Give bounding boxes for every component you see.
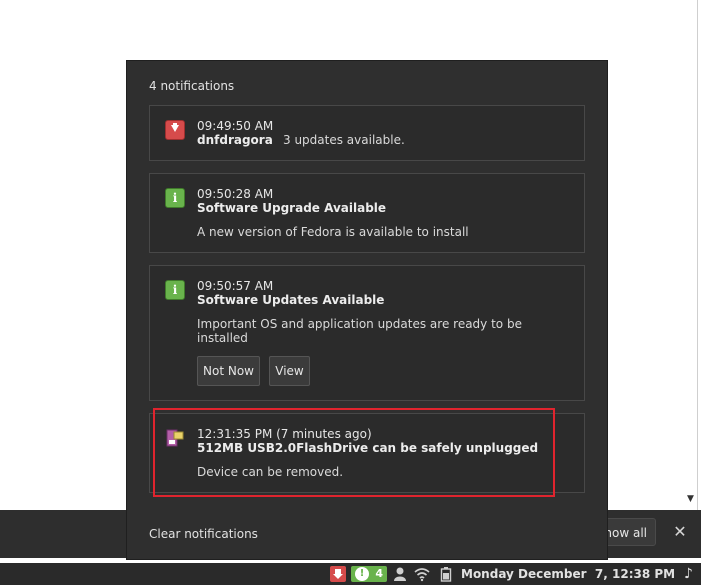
notification-body: A new version of Fedora is available to … bbox=[197, 225, 469, 239]
download-icon bbox=[165, 120, 185, 140]
view-button[interactable]: View bbox=[269, 356, 310, 386]
clear-notifications-button[interactable]: Clear notifications bbox=[149, 527, 258, 541]
notification-body: 3 updates available. bbox=[283, 133, 405, 147]
notification-title: Software Updates Available bbox=[197, 293, 385, 307]
notification-card[interactable]: 09:49:50 AM dnfdragora 3 updates availab… bbox=[149, 105, 585, 161]
wifi-icon[interactable] bbox=[414, 566, 430, 582]
notification-title: 512MB USB2.0FlashDrive can be safely unp… bbox=[197, 441, 539, 455]
close-icon[interactable]: ✕ bbox=[670, 522, 690, 542]
usb-drive-icon bbox=[165, 428, 185, 448]
notification-count-header: 4 notifications bbox=[149, 79, 235, 93]
notifications-tray-icon[interactable]: ! 4 bbox=[351, 566, 387, 582]
notification-app: dnfdragora bbox=[197, 133, 273, 147]
user-icon[interactable] bbox=[392, 566, 408, 582]
battery-icon[interactable] bbox=[440, 566, 452, 582]
notification-panel: 4 notifications 09:49:50 AM dnfdragora 3… bbox=[126, 60, 608, 560]
music-note-icon[interactable]: ♪ bbox=[684, 566, 698, 582]
not-now-button[interactable]: Not Now bbox=[197, 356, 260, 386]
notification-body: Important OS and application updates are… bbox=[197, 317, 522, 345]
notification-card[interactable]: i 09:50:57 AM Software Updates Available… bbox=[149, 265, 585, 401]
notification-time: 12:31:35 PM (7 minutes ago) bbox=[197, 427, 372, 441]
notification-time: 09:50:57 AM bbox=[197, 279, 274, 293]
notification-time: 09:50:28 AM bbox=[197, 187, 274, 201]
notification-title: Software Upgrade Available bbox=[197, 201, 387, 215]
notification-time: 09:49:50 AM bbox=[197, 119, 274, 133]
alert-icon: ! bbox=[355, 567, 369, 581]
scroll-down-arrow[interactable]: ▼ bbox=[687, 494, 694, 504]
window-edge bbox=[697, 0, 698, 510]
clock-datetime[interactable]: Monday December 7, 12:38 PM bbox=[461, 566, 677, 582]
info-icon: i bbox=[165, 188, 185, 208]
notification-count: 4 bbox=[375, 567, 383, 580]
taskbar: ! 4 Monday December 7, 12:38 PM ♪ bbox=[0, 563, 701, 585]
notification-card[interactable]: 12:31:35 PM (7 minutes ago) 512MB USB2.0… bbox=[149, 413, 585, 493]
info-icon: i bbox=[165, 280, 185, 300]
dnfdragora-tray-icon[interactable] bbox=[330, 566, 346, 582]
notification-body: Device can be removed. bbox=[197, 465, 344, 479]
notification-card[interactable]: i 09:50:28 AM Software Upgrade Available… bbox=[149, 173, 585, 253]
